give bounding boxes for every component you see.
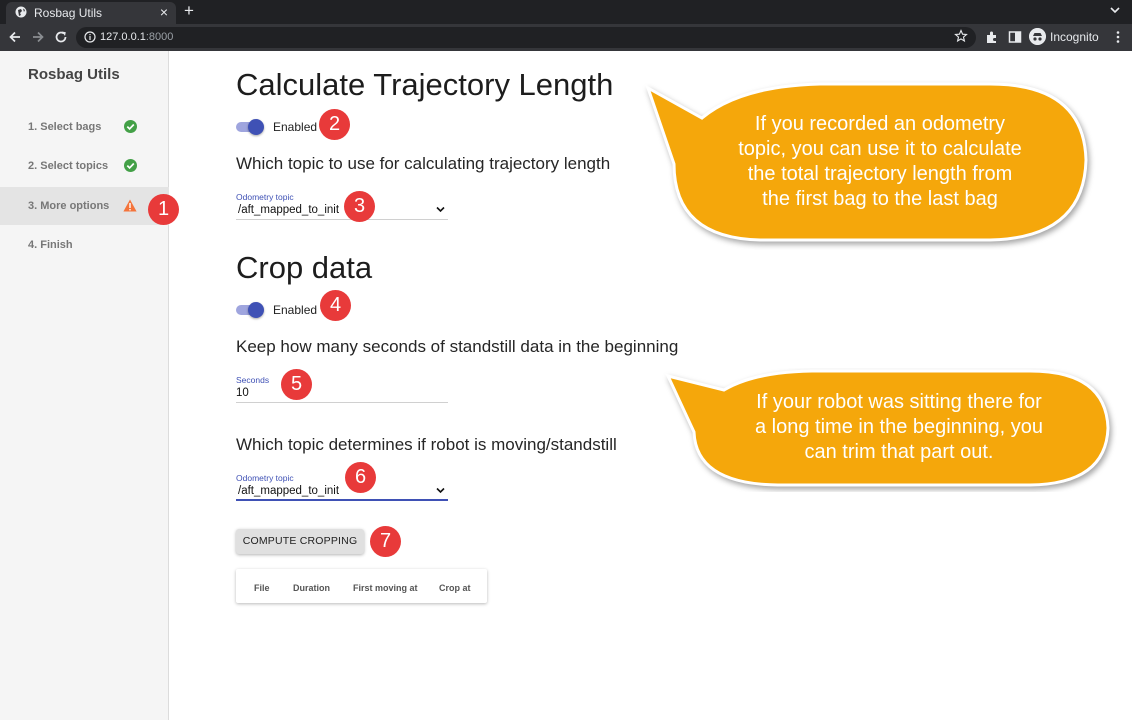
moving-topic-select[interactable]: Odometry topic /aft_mapped_to_init bbox=[236, 473, 448, 501]
chevron-down-icon bbox=[436, 487, 445, 494]
warning-icon bbox=[123, 199, 137, 212]
sidebar-step-more-options[interactable]: 3. More options bbox=[0, 187, 169, 225]
field-value: /aft_mapped_to_init bbox=[238, 485, 340, 497]
side-panel-icon[interactable] bbox=[1008, 30, 1022, 44]
check-circle-icon bbox=[124, 120, 137, 133]
step-label: 1. Select bags bbox=[28, 121, 102, 133]
sidebar-step-select-topics[interactable]: 2. Select topics bbox=[0, 147, 169, 185]
tab-close-icon[interactable]: × bbox=[160, 4, 168, 20]
new-tab-button[interactable]: + bbox=[184, 1, 194, 21]
step-label: 4. Finish bbox=[28, 239, 73, 251]
field-underline bbox=[236, 219, 448, 220]
table-header-crop-at: Crop at bbox=[439, 583, 471, 593]
annotation-badge-5: 5 bbox=[281, 369, 312, 400]
cropping-results-table: File Duration First moving at Crop at bbox=[236, 569, 487, 603]
field-label: Odometry topic bbox=[236, 192, 294, 202]
annotation-badge-2: 2 bbox=[319, 109, 350, 140]
site-info-icon[interactable] bbox=[84, 31, 96, 43]
table-header-first-moving-at: First moving at bbox=[353, 583, 418, 593]
table-header-file: File bbox=[254, 583, 270, 593]
crop-toggle-label: Enabled bbox=[273, 303, 318, 317]
annotation-badge-4: 4 bbox=[320, 290, 351, 321]
step-label: 2. Select topics bbox=[28, 160, 109, 172]
url-text: 127.0.0.1:8000 bbox=[100, 31, 174, 43]
callout-crop: If your robot was sitting there for a lo… bbox=[662, 368, 1117, 492]
step-label: 3. More options bbox=[28, 200, 110, 212]
trajectory-heading: Calculate Trajectory Length bbox=[236, 67, 614, 102]
tab-title: Rosbag Utils bbox=[34, 6, 103, 20]
field-value: /aft_mapped_to_init bbox=[238, 204, 340, 216]
sidebar-step-finish[interactable]: 4. Finish bbox=[0, 226, 169, 264]
sidebar: Rosbag Utils 1. Select bags 2. Select to… bbox=[0, 51, 169, 720]
globe-icon bbox=[15, 6, 27, 18]
forward-arrow-icon[interactable] bbox=[30, 29, 46, 45]
field-underline bbox=[236, 402, 448, 403]
annotation-badge-3: 3 bbox=[344, 191, 375, 222]
field-underline bbox=[236, 499, 448, 501]
compute-cropping-button[interactable]: COMPUTE CROPPING bbox=[236, 529, 364, 554]
address-bar[interactable]: 127.0.0.1:8000 bbox=[76, 27, 976, 48]
moving-question: Which topic determines if robot is movin… bbox=[236, 435, 617, 454]
reload-icon[interactable] bbox=[53, 29, 69, 45]
trajectory-toggle-label: Enabled bbox=[273, 120, 318, 134]
incognito-icon bbox=[1029, 28, 1046, 45]
tab-search-chevron-icon[interactable] bbox=[1108, 3, 1122, 17]
callout-trajectory-text: If you recorded an odometry topic, you c… bbox=[738, 113, 1022, 210]
trajectory-enabled-toggle[interactable] bbox=[236, 119, 264, 135]
annotation-badge-1: 1 bbox=[148, 194, 179, 225]
browser-menu-icon[interactable] bbox=[1111, 30, 1125, 44]
toggle-knob bbox=[248, 119, 264, 135]
callout-crop-text: If your robot was sitting there for a lo… bbox=[755, 391, 1043, 463]
field-value: 10 bbox=[236, 387, 249, 399]
trajectory-topic-select[interactable]: Odometry topic /aft_mapped_to_init bbox=[236, 192, 448, 220]
annotation-badge-6: 6 bbox=[345, 462, 376, 493]
check-circle-icon bbox=[124, 159, 137, 172]
seconds-question: Keep how many seconds of standstill data… bbox=[236, 337, 679, 356]
annotation-badge-7: 7 bbox=[370, 526, 401, 557]
field-label: Seconds bbox=[236, 375, 270, 385]
crop-heading: Crop data bbox=[236, 250, 373, 285]
back-arrow-icon[interactable] bbox=[7, 29, 23, 45]
field-label: Odometry topic bbox=[236, 473, 294, 483]
app-title: Rosbag Utils bbox=[28, 66, 120, 83]
table-header-duration: Duration bbox=[293, 583, 330, 593]
trajectory-question: Which topic to use for calculating traje… bbox=[236, 154, 611, 173]
browser-tab[interactable]: Rosbag Utils × bbox=[6, 2, 176, 24]
extensions-puzzle-icon[interactable] bbox=[985, 30, 999, 44]
browser-tab-strip: Rosbag Utils × + bbox=[0, 0, 1132, 24]
crop-enabled-toggle[interactable] bbox=[236, 302, 264, 318]
toggle-knob bbox=[248, 302, 264, 318]
incognito-label: Incognito bbox=[1050, 30, 1099, 44]
bookmark-star-icon[interactable] bbox=[954, 29, 968, 43]
sidebar-step-select-bags[interactable]: 1. Select bags bbox=[0, 108, 169, 146]
browser-toolbar: 127.0.0.1:8000 Incognito bbox=[0, 24, 1132, 51]
seconds-input[interactable]: Seconds 10 bbox=[236, 375, 448, 403]
chevron-down-icon bbox=[436, 206, 445, 213]
callout-trajectory: If you recorded an odometry topic, you c… bbox=[640, 80, 1100, 250]
